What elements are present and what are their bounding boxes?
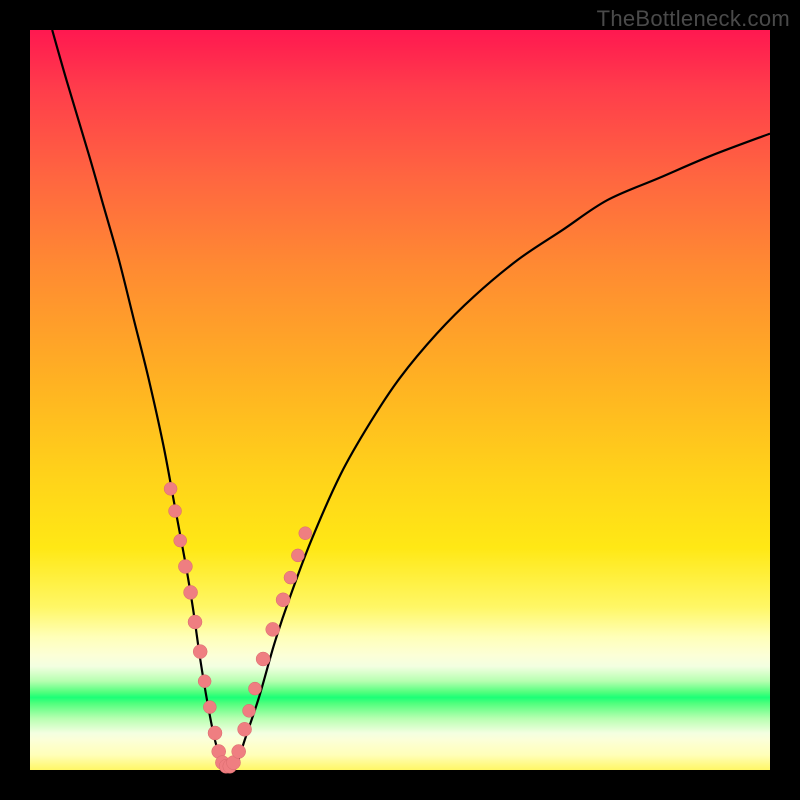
marker-group [164, 482, 312, 773]
highlight-marker [188, 615, 202, 629]
highlight-marker [193, 645, 207, 659]
highlight-marker [299, 527, 312, 540]
highlight-marker [276, 593, 290, 607]
highlight-marker [174, 534, 187, 547]
highlight-marker [208, 726, 222, 740]
highlight-marker [232, 745, 246, 759]
highlight-marker [178, 560, 192, 574]
highlight-marker [243, 704, 256, 717]
bottleneck-curve-path [52, 30, 770, 770]
highlight-marker [248, 682, 261, 695]
highlight-marker [164, 482, 177, 495]
watermark-text: TheBottleneck.com [597, 6, 790, 32]
highlight-marker [256, 652, 270, 666]
highlight-marker [284, 571, 297, 584]
highlight-marker [184, 585, 198, 599]
highlight-marker [238, 722, 252, 736]
highlight-marker [203, 701, 216, 714]
highlight-marker [169, 505, 182, 518]
highlight-marker [198, 675, 211, 688]
highlight-marker [266, 622, 280, 636]
bottleneck-chart [30, 30, 770, 770]
highlight-marker [291, 549, 304, 562]
